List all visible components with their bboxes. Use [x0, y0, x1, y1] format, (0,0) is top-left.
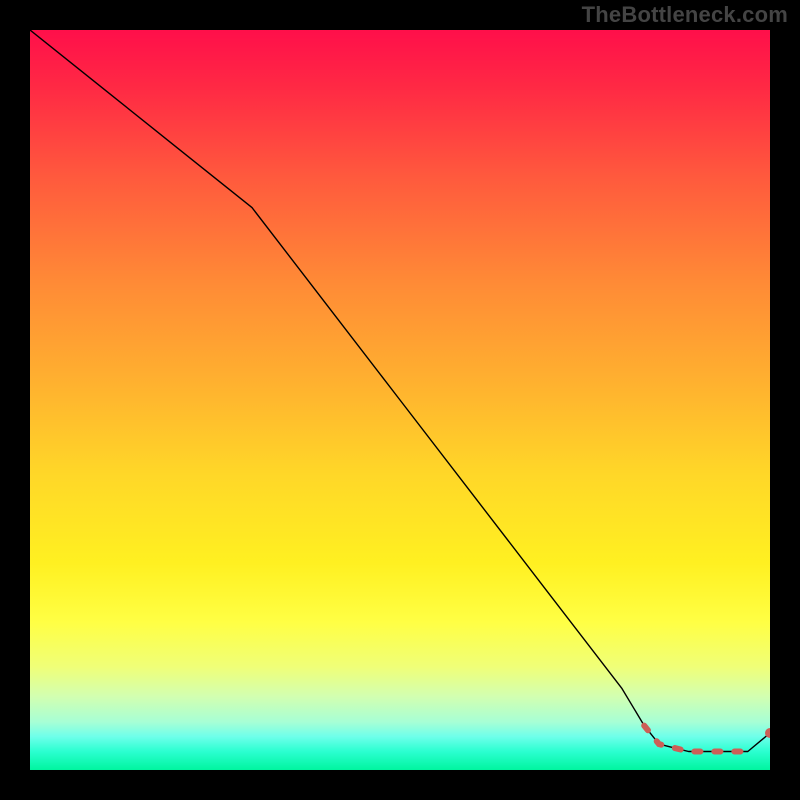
watermark-text: TheBottleneck.com	[582, 2, 788, 28]
series-line	[30, 30, 770, 752]
plot-area	[30, 30, 770, 770]
chart-overlay	[30, 30, 770, 770]
highlight-dashed-line	[644, 726, 748, 752]
